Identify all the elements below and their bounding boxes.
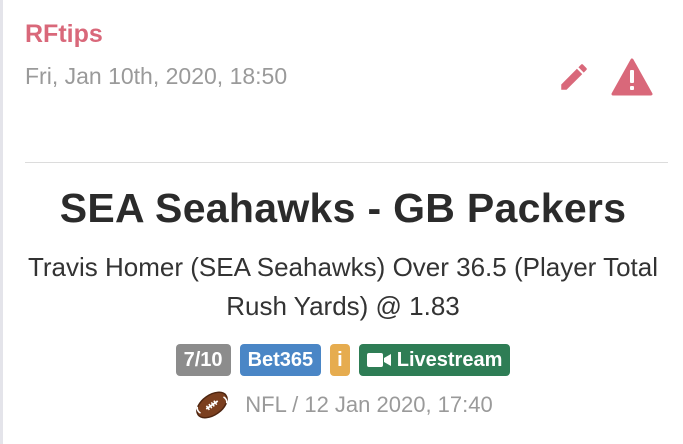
event-info: NFL / 12 Jan 2020, 17:40 [3,388,683,422]
tip-actions [557,58,653,96]
tip-card: RFtips Fri, Jan 10th, 2020, 18:50 SEA Se… [0,0,683,444]
author-name[interactable]: RFtips [25,20,103,49]
rating-badge: 7/10 [175,344,231,376]
livestream-badge[interactable]: Livestream [358,344,511,376]
post-timestamp: Fri, Jan 10th, 2020, 18:50 [25,63,288,89]
livestream-label: Livestream [396,348,503,371]
divider [25,162,668,163]
info-badge[interactable]: i [330,344,350,376]
pencil-icon[interactable] [557,60,591,94]
league-and-date: NFL / 12 Jan 2020, 17:40 [245,392,493,417]
american-football-icon [193,388,231,422]
bookmaker-badge[interactable]: Bet365 [239,344,322,376]
warning-icon[interactable] [611,58,653,96]
video-camera-icon [366,352,391,368]
tip-selection: Travis Homer (SEA Seahawks) Over 36.5 (P… [27,252,658,321]
match-title: SEA Seahawks - GB Packers [59,185,627,231]
badge-row: 7/10 Bet365 i Livestream [3,344,683,376]
